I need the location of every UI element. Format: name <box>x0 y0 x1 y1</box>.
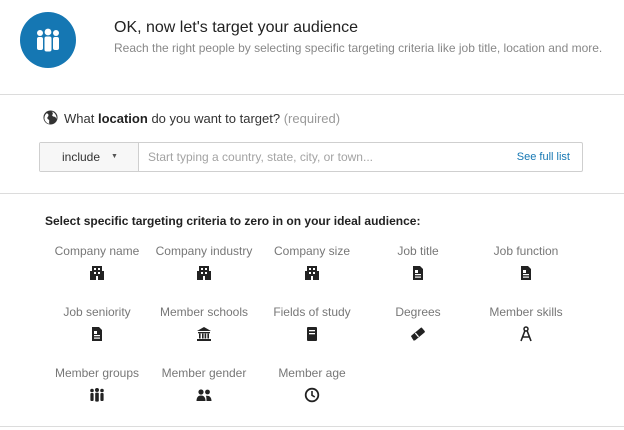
id-card-icon <box>413 266 423 280</box>
criteria-job-title[interactable]: Job title <box>359 244 477 288</box>
criteria-member-schools[interactable]: Member schools <box>145 305 263 349</box>
book-icon <box>307 327 317 341</box>
criteria-label: Job seniority <box>63 305 131 319</box>
criteria-member-age[interactable]: Member age <box>253 366 371 410</box>
required-note: (required) <box>283 111 341 126</box>
building-icon <box>305 266 319 280</box>
diploma-icon <box>411 327 425 341</box>
criteria-label: Member skills <box>489 305 563 319</box>
location-search-box: include ▼ See full list <box>39 142 583 172</box>
criteria-section: Select specific targeting criteria to ze… <box>0 194 624 426</box>
page-header: OK, now let's target your audience Reach… <box>0 0 624 94</box>
criteria-job-function[interactable]: Job function <box>467 244 585 288</box>
criteria-label: Company size <box>273 244 351 258</box>
criteria-degrees[interactable]: Degrees <box>359 305 477 349</box>
page-title: OK, now let's target your audience <box>114 19 359 36</box>
criteria-label: Member age <box>278 366 346 380</box>
people-group-icon <box>37 28 59 52</box>
location-section: What location do you want to target? (re… <box>0 95 624 192</box>
criteria-company-industry[interactable]: Company industry <box>145 244 263 288</box>
criteria-label: Fields of study <box>273 305 351 319</box>
criteria-title: Select specific targeting criteria to ze… <box>45 214 421 228</box>
criteria-member-groups[interactable]: Member groups <box>38 366 156 410</box>
criteria-member-skills[interactable]: Member skills <box>467 305 585 349</box>
criteria-label: Member gender <box>161 366 247 380</box>
criteria-label: Job title <box>397 244 439 258</box>
criteria-label: Company name <box>54 244 140 258</box>
building-icon <box>197 266 211 280</box>
people-pair-icon <box>196 389 212 401</box>
location-question: What location do you want to target? (re… <box>64 111 340 126</box>
globe-icon <box>43 110 58 125</box>
building-icon <box>90 266 104 280</box>
criteria-label: Company industry <box>155 244 253 258</box>
criteria-company-name[interactable]: Company name <box>38 244 156 288</box>
location-question-keyword: location <box>97 111 148 126</box>
audience-avatar <box>20 12 76 68</box>
criteria-member-gender[interactable]: Member gender <box>145 366 263 410</box>
criteria-label: Member groups <box>54 366 140 380</box>
include-dropdown[interactable]: include ▼ <box>40 143 139 171</box>
people-group-icon <box>90 388 104 402</box>
school-icon <box>197 327 211 341</box>
include-dropdown-label: include <box>62 150 101 164</box>
location-question-suffix: do you want to target? <box>151 111 281 126</box>
divider <box>0 426 624 427</box>
criteria-fields-of-study[interactable]: Fields of study <box>253 305 371 349</box>
clock-icon <box>304 387 320 403</box>
location-question-prefix: What <box>64 111 95 126</box>
criteria-label: Member schools <box>159 305 249 319</box>
location-search-input[interactable] <box>140 143 500 171</box>
see-full-list-link[interactable]: See full list <box>517 143 570 171</box>
id-card-icon <box>521 266 531 280</box>
criteria-label: Job function <box>493 244 559 258</box>
page-subtitle: Reach the right people by selecting spec… <box>114 41 603 55</box>
criteria-company-size[interactable]: Company size <box>253 244 371 288</box>
criteria-label: Degrees <box>395 305 441 319</box>
criteria-job-seniority[interactable]: Job seniority <box>38 305 156 349</box>
compass-icon <box>520 326 532 342</box>
caret-down-icon: ▼ <box>111 153 118 160</box>
id-card-icon <box>92 327 102 341</box>
